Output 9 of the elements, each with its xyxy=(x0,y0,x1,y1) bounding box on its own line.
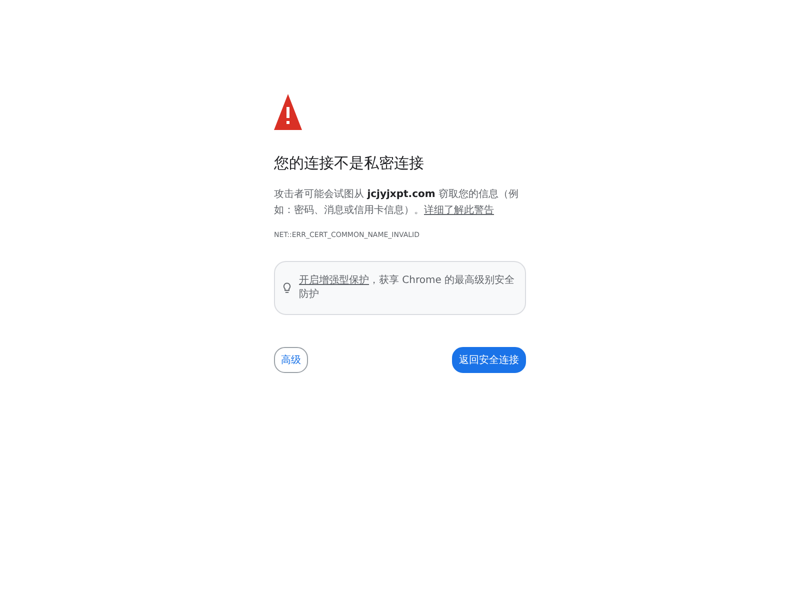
page-heading: 您的连接不是私密连接 xyxy=(274,154,425,173)
advanced-button[interactable]: 高级 xyxy=(274,347,308,373)
learn-more-link[interactable]: 详细了解此警告 xyxy=(424,205,494,216)
back-to-safety-button[interactable]: 返回安全连接 xyxy=(452,347,526,373)
lightbulb-icon xyxy=(283,282,291,294)
warning-icon xyxy=(274,94,302,130)
warning-message: 攻击者可能会试图从 jcjyjxpt.com 窃取您的信息（例如：密码、消息或信用卡信息）。详细了解此警告 xyxy=(274,188,520,218)
enhanced-protection-link[interactable]: 开启增强型保护 xyxy=(299,275,369,286)
tip-text: 开启增强型保护，获享 Chrome 的最高级别安全防护 xyxy=(299,274,516,302)
